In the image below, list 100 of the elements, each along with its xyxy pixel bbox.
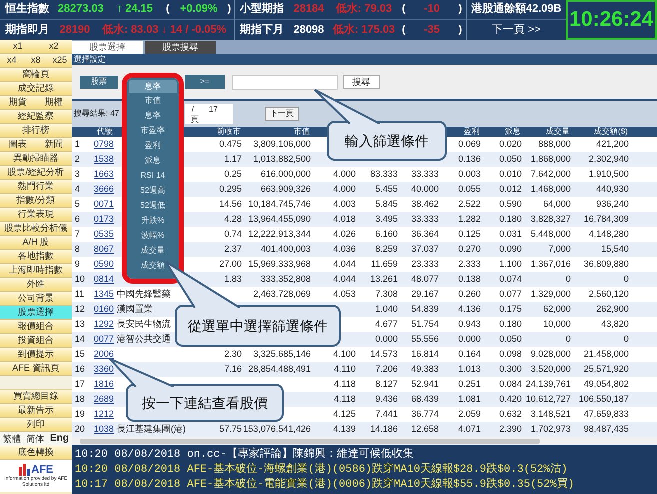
sidebar-item[interactable]: 上海即時指數 [0,264,72,278]
sidebar-item[interactable]: 股票選擇 [0,306,72,320]
table-cell-text: 1,367,016 [530,258,571,271]
dropdown-option[interactable]: 盈利 [127,138,179,153]
table-cell-text: 1,013,882,500 [253,152,311,166]
stock-code-link[interactable]: 0173 [94,212,114,226]
sidebar-item[interactable]: 外匯 [0,278,72,292]
sidebar-item[interactable]: 成交記錄 [0,82,72,96]
news-ticker-line[interactable]: 10:20 08/08/2018 on.cc-【專家評論】陳錦興：維達可候低收集 [75,448,657,463]
page-field[interactable]: / 17 頁 [185,104,233,124]
sidebar-item[interactable]: 投資組合 [0,334,72,348]
stock-code-link[interactable]: 1538 [94,152,114,166]
stock-code-link[interactable]: 0798 [94,138,114,152]
stock-code-link[interactable]: 2006 [94,348,114,362]
dropdown-option[interactable]: 升跌% [127,213,179,228]
sidebar-item[interactable]: x8 [24,54,48,68]
sidebar-item[interactable]: 最新告示 [0,404,72,418]
color-toggle-button[interactable]: 底色轉換 [0,446,72,460]
table-cell-text: 0.74 [224,228,242,241]
table-cell-text: 4,148,280 [588,228,629,241]
sidebar-item[interactable]: 新聞 [36,138,72,152]
stock-code-link[interactable]: 0535 [94,228,114,242]
sidebar-item[interactable]: x4 [0,54,24,68]
table-cell-text: 1.100 [499,258,522,271]
stock-code-link[interactable]: 3666 [94,182,114,196]
operator-field[interactable]: >= [185,75,225,89]
dropdown-option[interactable]: 派息 [127,153,179,168]
sidebar-item[interactable]: 報價組合 [0,320,72,334]
quote-text: ) [458,4,462,15]
dropdown-option[interactable]: 市值 [127,93,179,108]
table-cell-text: 9,028,000 [530,348,571,361]
sidebar-item[interactable]: x1 [0,40,36,54]
table-cell-text: 0.25 [224,168,242,181]
dropdown-option[interactable]: RSI 14 [127,168,179,183]
sidebar-item[interactable]: 指數/分類 [0,194,72,208]
market-button[interactable]: 股票 [80,76,118,88]
stock-code-link[interactable]: 1345 [94,288,114,302]
sidebar-item[interactable]: 股票比較分析儀 [0,222,72,236]
sidebar-item[interactable]: 各地指數 [0,250,72,264]
table-cell-text: 0.270 [458,242,481,256]
sidebar-item[interactable]: 列印 [0,418,72,432]
sidebar-item[interactable]: 期權 [36,96,72,110]
table-cell-text: 1,868,000 [530,152,571,166]
sidebar-item[interactable]: AFE 資訊頁 [0,362,72,376]
sidebar-item[interactable]: 行業表現 [0,208,72,222]
sidebar-item[interactable]: x25 [48,54,72,68]
stock-code-link[interactable]: 0814 [94,272,114,286]
dropdown-option[interactable]: 市盈率 [127,123,179,138]
table-cell-text: 0.010 [499,168,522,181]
scrollbar-thumb[interactable] [80,438,540,444]
sidebar-item[interactable]: 期貨 [0,96,36,110]
sidebar-item[interactable]: 窩輪頁 [0,68,72,82]
news-ticker-line[interactable]: 10:17 08/08/2018 AFE-基本破位-電能實業(港)(0006)跌穿MA10天線報$55.9跌$0.35(52%買) [75,478,657,493]
sidebar-item[interactable]: 公司背景 [0,292,72,306]
tab[interactable]: 股票搜尋 [145,41,216,54]
language-option[interactable]: 简体 [26,434,46,444]
stock-code-link[interactable]: 2689 [94,392,114,406]
search-button[interactable]: 搜尋 [343,75,380,89]
sidebar-item[interactable]: 異動掃瞄器 [0,152,72,166]
language-option[interactable]: Eng [49,434,70,444]
stock-code-link[interactable]: 1292 [94,318,114,332]
stock-code-link[interactable]: 1816 [94,378,114,392]
row-number: 12 [75,302,86,316]
dropdown-option[interactable]: 波幅% [127,228,179,243]
sidebar-item[interactable]: 到價提示 [0,348,72,362]
dropdown-option[interactable]: 52週低 [127,198,179,213]
stock-code-link[interactable]: 1212 [94,408,114,422]
sidebar-item[interactable]: 圖表 [0,138,36,152]
tab[interactable]: 股票選擇 [72,41,143,54]
row-number: 15 [75,348,86,361]
sidebar-item[interactable]: x2 [36,40,72,54]
stock-code-link[interactable]: 3360 [94,362,114,376]
table-cell-text: 0.000 [375,332,398,346]
row-number: 19 [75,408,86,421]
stock-code-link[interactable]: 1663 [94,168,114,182]
table-cell-text: 0.012 [499,182,522,196]
quote-text: ( [166,4,170,15]
stock-code-link[interactable]: 0160 [94,302,114,316]
sidebar-item[interactable]: 排行榜 [0,124,72,138]
stock-code-link[interactable]: 0077 [94,332,114,346]
table-cell-text: 1.013 [458,362,481,376]
stock-code-link[interactable]: 1038 [94,422,114,436]
language-option[interactable]: 繁體 [2,434,22,444]
stock-code-link[interactable]: 0590 [94,258,114,272]
logo-icon [18,464,30,476]
stock-code-link[interactable]: 8067 [94,242,114,256]
sidebar-item[interactable]: 股票/經紀分析 [0,166,72,180]
dropdown-option[interactable]: 成交量 [127,243,179,258]
sidebar-item[interactable]: A/H 股 [0,236,72,250]
sidebar-item[interactable]: 經紀監察 [0,110,72,124]
next-page-button[interactable]: 下一頁 [265,107,299,121]
dropdown-option[interactable]: 52週高 [127,183,179,198]
table-cell-text: 28,854,488,491 [248,362,311,376]
sidebar-item[interactable]: 買賣總目錄 [0,390,72,404]
value-field[interactable] [232,74,338,90]
dropdown-option[interactable]: 息率 [127,108,179,123]
row-number: 10 [75,272,86,286]
stock-code-link[interactable]: 0071 [94,198,114,212]
sidebar-item[interactable]: 熱門行業 [0,180,72,194]
news-ticker-line[interactable]: 10:20 08/08/2018 AFE-基本破位-海螺創業(港)(0586)跌穿MA10天線報$28.9跌$0.3(52%沽) [75,463,657,478]
